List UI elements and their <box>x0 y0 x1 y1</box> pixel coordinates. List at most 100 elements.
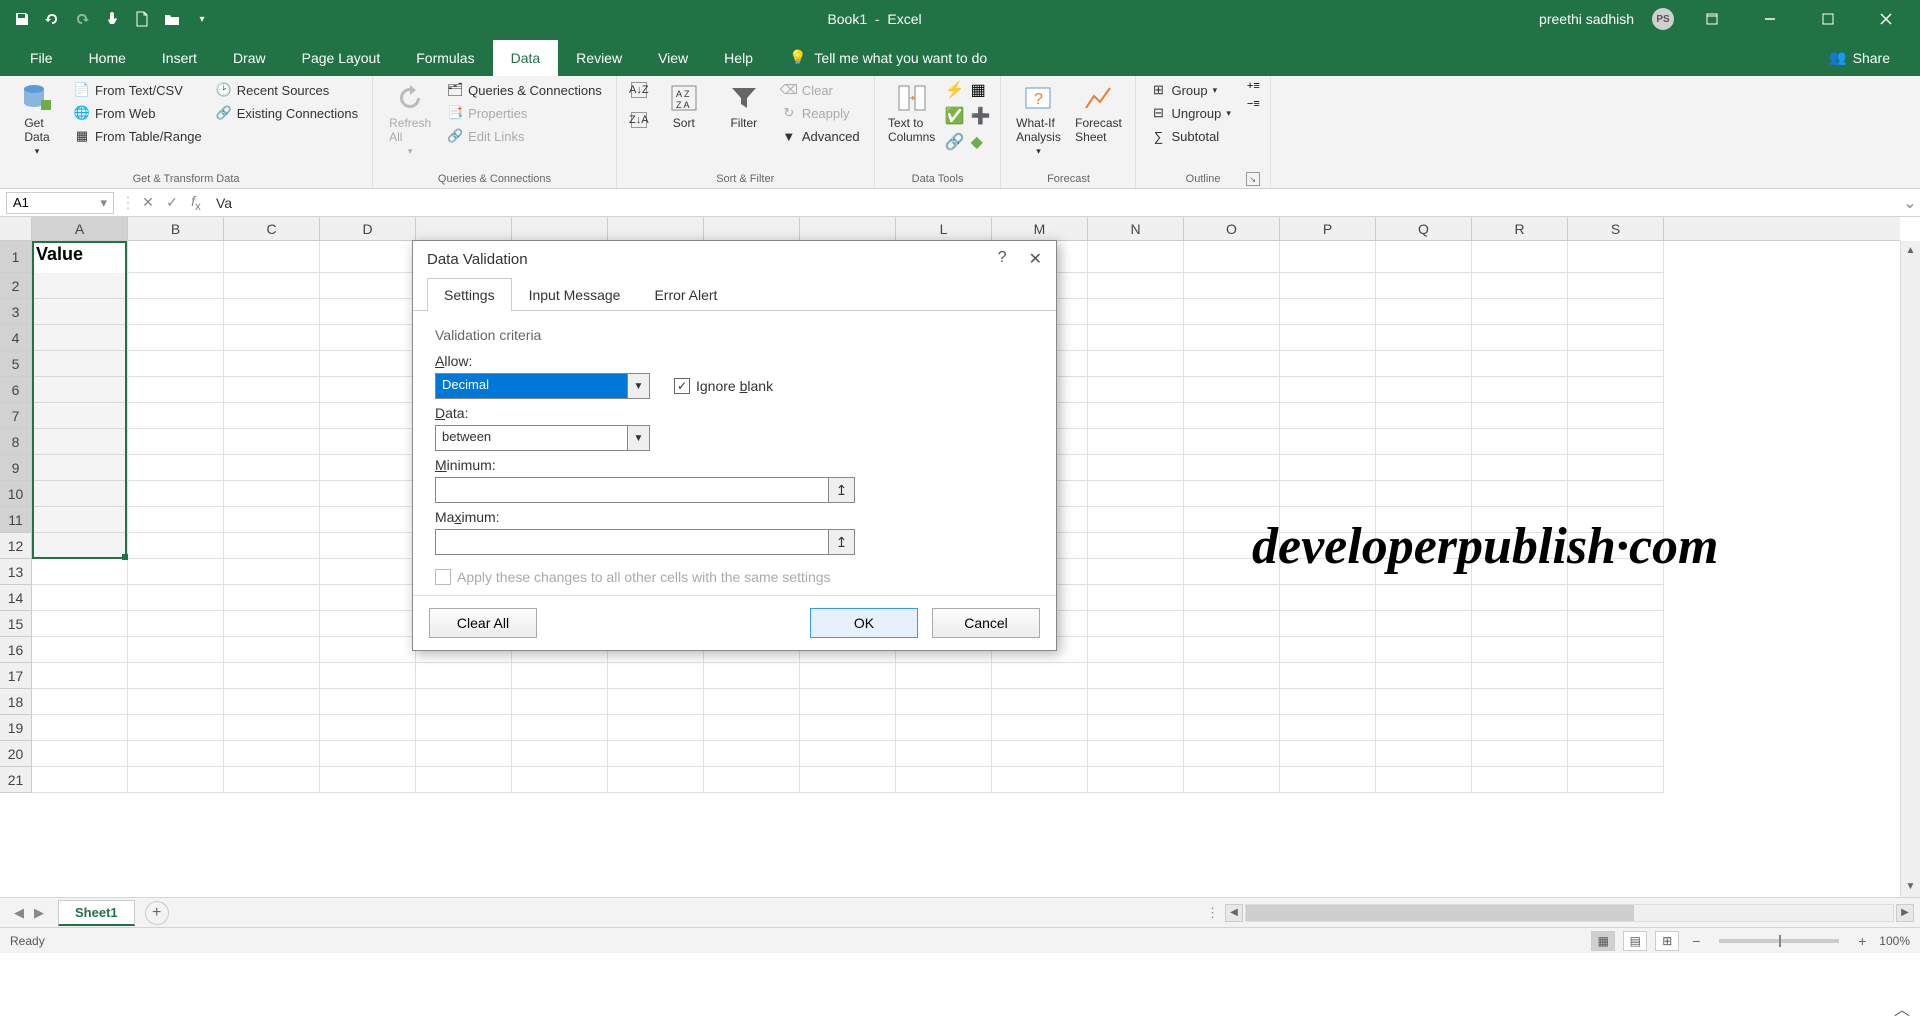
redo-icon[interactable] <box>70 7 94 31</box>
edit-links[interactable]: 🔗Edit Links <box>443 126 606 146</box>
user-avatar[interactable]: PS <box>1652 8 1674 30</box>
maximum-input[interactable]: ↥ <box>435 529 855 555</box>
cancel-button[interactable]: Cancel <box>932 608 1040 638</box>
ungroup-button[interactable]: ⊟Ungroup ▾ <box>1146 103 1234 123</box>
sheet-tab-sheet1[interactable]: Sheet1 <box>58 900 135 926</box>
data-dropdown[interactable]: between ▼ <box>435 425 650 451</box>
sort-asc[interactable]: A↓Z <box>627 80 651 100</box>
open-folder-icon[interactable] <box>160 7 184 31</box>
forecast-sheet-button[interactable]: Forecast Sheet <box>1071 80 1125 146</box>
dialog-launcher-icon[interactable]: ↘ <box>1246 172 1260 186</box>
refresh-all-button[interactable]: Refresh All▾ <box>383 80 437 159</box>
advanced-filter[interactable]: ▼Advanced <box>777 126 864 146</box>
row-header[interactable]: 14 <box>0 585 31 611</box>
flash-fill-icon[interactable]: ⚡ <box>945 80 965 100</box>
tab-file[interactable]: File <box>12 40 71 76</box>
minimum-field[interactable] <box>436 478 828 502</box>
dialog-tab-input-message[interactable]: Input Message <box>512 278 638 311</box>
share-button[interactable]: 👥 Share <box>1811 39 1908 76</box>
new-sheet-button[interactable]: + <box>145 901 169 925</box>
scroll-up-icon[interactable]: ▲ <box>1901 241 1920 261</box>
chevron-down-icon[interactable]: ▾ <box>100 195 107 211</box>
column-header[interactable]: S <box>1568 217 1664 240</box>
horizontal-scrollbar[interactable]: ⋮ ◀ ▶ <box>1200 903 1920 923</box>
show-detail-icon[interactable]: +≡ <box>1247 80 1260 92</box>
scroll-down-icon[interactable]: ▼ <box>1901 877 1920 897</box>
column-header[interactable]: O <box>1184 217 1280 240</box>
row-header[interactable]: 3 <box>0 299 31 325</box>
text-to-columns-button[interactable]: Text to Columns <box>885 80 939 146</box>
from-text-csv[interactable]: 📄From Text/CSV <box>70 80 206 100</box>
tab-draw[interactable]: Draw <box>215 40 284 76</box>
column-header[interactable]: C <box>224 217 320 240</box>
range-picker-icon[interactable]: ↥ <box>828 530 854 554</box>
row-header[interactable]: 11 <box>0 507 31 533</box>
page-break-view-icon[interactable]: ⊞ <box>1655 931 1679 951</box>
column-header[interactable]: A <box>32 217 128 240</box>
select-all-corner[interactable] <box>0 217 32 241</box>
close-icon[interactable] <box>1866 4 1906 34</box>
normal-view-icon[interactable]: ▦ <box>1591 931 1615 951</box>
cell-a1[interactable]: Value <box>32 241 127 273</box>
recent-sources[interactable]: 🕑Recent Sources <box>212 80 362 100</box>
column-header[interactable] <box>704 217 800 240</box>
allow-dropdown[interactable]: Decimal ▼ <box>435 373 650 399</box>
sheet-prev-icon[interactable]: ◀ <box>10 903 28 923</box>
consolidate-icon[interactable]: ➕ <box>971 106 991 126</box>
hide-detail-icon[interactable]: −≡ <box>1247 98 1260 110</box>
help-icon[interactable]: ? <box>998 249 1007 269</box>
row-header[interactable]: 13 <box>0 559 31 585</box>
zoom-in-icon[interactable]: + <box>1853 933 1871 949</box>
row-header[interactable]: 17 <box>0 663 31 689</box>
what-if-button[interactable]: ? What-If Analysis▾ <box>1011 80 1065 159</box>
data-model-icon[interactable]: ◆ <box>971 132 983 152</box>
column-header[interactable]: L <box>896 217 992 240</box>
maximum-field[interactable] <box>436 530 828 554</box>
dialog-tab-error-alert[interactable]: Error Alert <box>637 278 734 311</box>
cancel-formula-icon[interactable]: ✕ <box>136 194 160 211</box>
new-file-icon[interactable] <box>130 7 154 31</box>
undo-icon[interactable] <box>40 7 64 31</box>
ignore-blank-checkbox[interactable]: ✓ Ignore blank <box>674 378 773 394</box>
save-icon[interactable] <box>10 7 34 31</box>
subtotal-button[interactable]: ∑Subtotal <box>1146 126 1234 146</box>
row-header[interactable]: 21 <box>0 767 31 793</box>
scroll-right-icon[interactable]: ▶ <box>1896 904 1914 922</box>
formula-input[interactable]: Va <box>208 195 1900 211</box>
remove-duplicates-icon[interactable]: ▦ <box>971 80 986 100</box>
collapse-ribbon-icon[interactable]: ︿ <box>1894 996 1910 1020</box>
get-data-button[interactable]: Get Data▾ <box>10 80 64 159</box>
sort-button[interactable]: A ZZ A Sort <box>657 80 711 132</box>
data-validation-icon[interactable]: ✅ <box>945 106 965 126</box>
queries-connections[interactable]: 🗂Queries & Connections <box>443 80 606 100</box>
dialog-titlebar[interactable]: Data Validation ? ✕ <box>413 241 1056 277</box>
relationships-icon[interactable]: 🔗 <box>945 132 965 152</box>
tab-page-layout[interactable]: Page Layout <box>284 40 399 76</box>
range-picker-icon[interactable]: ↥ <box>828 478 854 502</box>
from-web[interactable]: 🌐From Web <box>70 103 206 123</box>
column-header[interactable]: B <box>128 217 224 240</box>
column-header[interactable]: N <box>1088 217 1184 240</box>
row-header[interactable]: 7 <box>0 403 31 429</box>
tab-formulas[interactable]: Formulas <box>398 40 492 76</box>
tab-view[interactable]: View <box>640 40 706 76</box>
column-header[interactable]: R <box>1472 217 1568 240</box>
row-header[interactable]: 19 <box>0 715 31 741</box>
tab-help[interactable]: Help <box>706 40 771 76</box>
zoom-out-icon[interactable]: − <box>1687 933 1705 949</box>
enter-formula-icon[interactable]: ✓ <box>160 194 184 211</box>
tab-review[interactable]: Review <box>558 40 640 76</box>
chevron-down-icon[interactable]: ▼ <box>627 374 649 398</box>
row-header[interactable]: 1 <box>0 241 31 273</box>
sort-desc[interactable]: Z↓A <box>627 110 651 130</box>
expand-formula-icon[interactable]: ⌄ <box>1900 193 1920 213</box>
ribbon-display-icon[interactable] <box>1692 4 1732 34</box>
scroll-left-icon[interactable]: ◀ <box>1225 904 1243 922</box>
column-header[interactable]: M <box>992 217 1088 240</box>
row-header[interactable]: 9 <box>0 455 31 481</box>
group-button[interactable]: ⊞Group ▾ <box>1146 80 1234 100</box>
column-header[interactable] <box>416 217 512 240</box>
row-header[interactable]: 20 <box>0 741 31 767</box>
row-header[interactable]: 18 <box>0 689 31 715</box>
name-box[interactable]: A1▾ <box>6 192 114 214</box>
